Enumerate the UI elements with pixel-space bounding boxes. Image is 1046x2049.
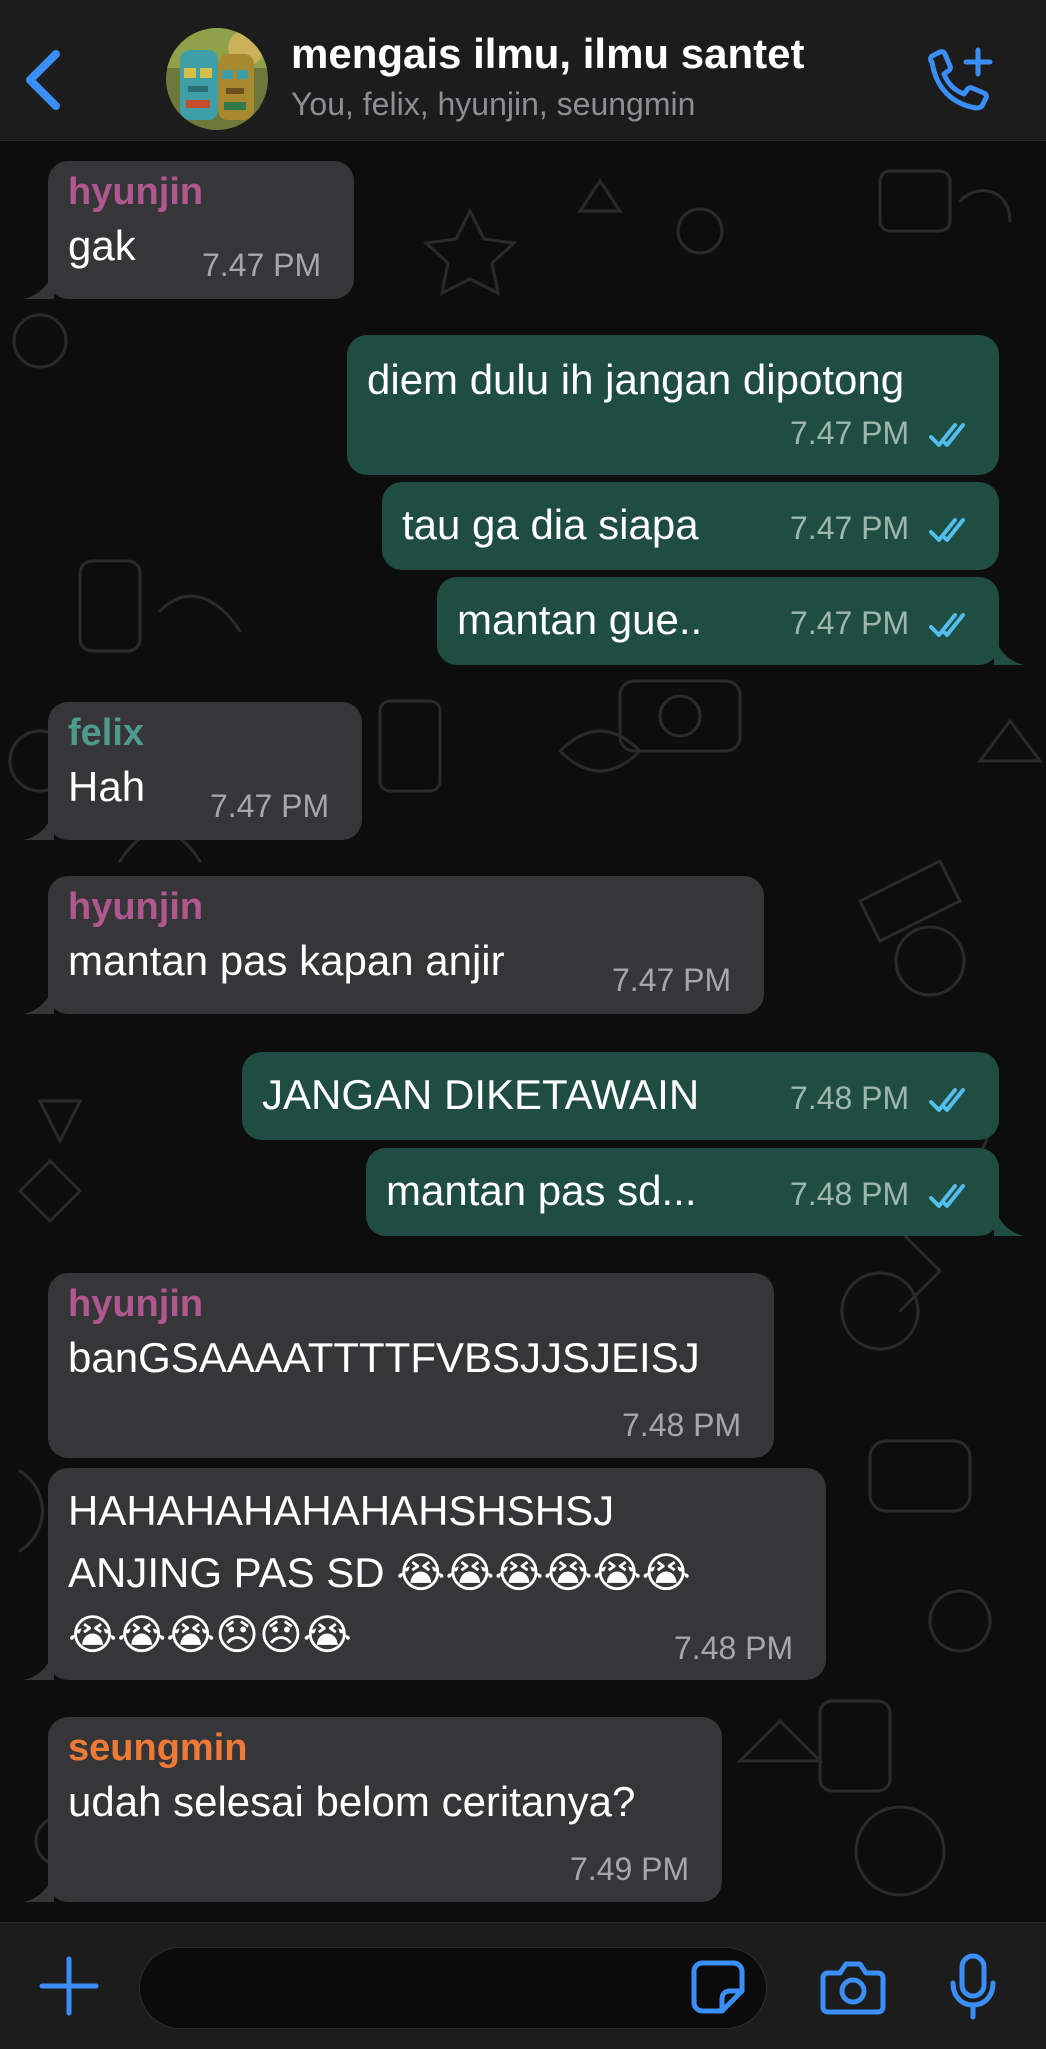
message-bubble-incoming[interactable]: seungmin udah selesai belom ceritanya? 7… bbox=[48, 1717, 722, 1902]
chevron-left-icon bbox=[26, 50, 60, 110]
message-text: mantan gue.. bbox=[457, 596, 703, 643]
message-text: banGSAAAATTTTFVBSJJSJEISJ bbox=[68, 1334, 700, 1381]
message-bubble-incoming[interactable]: hyunjin gak 7.47 PM bbox=[48, 161, 354, 299]
message-text: diem dulu ih jangan dipotong bbox=[367, 356, 905, 403]
message-time: 7.48 PM bbox=[674, 1630, 794, 1666]
message-text: Hah bbox=[68, 763, 146, 810]
message-bubble-outgoing[interactable]: diem dulu ih jangan dipotong 7.47 PM bbox=[347, 335, 999, 475]
message-text-line: HAHAHAHAHAHAHSHSHSJ bbox=[68, 1487, 615, 1534]
message-bubble-incoming[interactable]: hyunjin banGSAAAATTTTFVBSJJSJEISJ 7.48 P… bbox=[48, 1273, 774, 1458]
read-receipt-icon bbox=[929, 518, 965, 542]
message-time: 7.48 PM bbox=[622, 1407, 742, 1443]
message-sender: hyunjin bbox=[68, 1283, 204, 1325]
message-bubble-outgoing[interactable]: mantan gue.. 7.47 PM bbox=[437, 577, 999, 665]
microphone-icon bbox=[950, 1953, 996, 2020]
message-composer bbox=[0, 1922, 1046, 2049]
message-sender: felix bbox=[68, 712, 145, 754]
message-bubble-outgoing[interactable]: mantan pas sd... 7.48 PM bbox=[366, 1148, 999, 1236]
message-time: 7.47 PM bbox=[790, 510, 910, 546]
message-bubble-outgoing[interactable]: JANGAN DIKETAWAIN 7.48 PM bbox=[242, 1052, 999, 1140]
message-text: tau ga dia siapa bbox=[402, 501, 699, 548]
message-bubble-incoming[interactable]: felix Hah 7.47 PM bbox=[48, 702, 362, 840]
read-receipt-icon bbox=[929, 1184, 965, 1208]
camera-icon bbox=[820, 1961, 886, 2015]
message-time: 7.47 PM bbox=[210, 788, 330, 824]
camera-button[interactable] bbox=[820, 1959, 886, 2015]
message-bubble-outgoing[interactable]: tau ga dia siapa 7.47 PM bbox=[382, 482, 999, 570]
microphone-button[interactable] bbox=[948, 1953, 998, 2021]
message-input[interactable] bbox=[139, 1947, 767, 2029]
message-text: mantan pas kapan anjir bbox=[68, 937, 505, 984]
message-list[interactable]: hyunjin gak 7.47 PM diem dulu ih jangan … bbox=[0, 141, 1046, 1922]
bubble-tail bbox=[994, 1208, 1024, 1236]
read-receipt-icon bbox=[929, 1088, 965, 1112]
message-time: 7.48 PM bbox=[790, 1176, 910, 1212]
attach-button[interactable] bbox=[36, 1953, 102, 2019]
message-sender: hyunjin bbox=[68, 886, 204, 928]
message-text: gak bbox=[68, 222, 136, 269]
back-button[interactable] bbox=[18, 48, 66, 112]
add-call-button[interactable] bbox=[920, 46, 996, 118]
bubble-tail bbox=[24, 271, 54, 299]
message-time: 7.47 PM bbox=[790, 415, 910, 451]
message-time: 7.47 PM bbox=[790, 605, 910, 641]
read-receipt-icon bbox=[929, 423, 965, 447]
group-avatar[interactable] bbox=[166, 28, 268, 130]
message-text: mantan pas sd... bbox=[386, 1167, 697, 1214]
message-bubble-incoming[interactable]: hyunjin mantan pas kapan anjir 7.47 PM bbox=[48, 876, 764, 1014]
message-text: udah selesai belom ceritanya? bbox=[68, 1778, 636, 1825]
chat-members[interactable]: You, felix, hyunjin, seungmin bbox=[291, 86, 695, 123]
phone-plus-icon bbox=[928, 47, 993, 111]
message-time: 7.47 PM bbox=[612, 962, 732, 998]
bubble-tail bbox=[24, 812, 54, 840]
sticker-button[interactable] bbox=[690, 1959, 746, 2015]
chat-header: mengais ilmu, ilmu santet You, felix, hy… bbox=[0, 0, 1046, 141]
bubble-tail bbox=[24, 986, 54, 1014]
plus-icon bbox=[39, 1956, 99, 2016]
message-sender: seungmin bbox=[68, 1727, 248, 1769]
message-text-line: 😭😭😭😞😞😭 bbox=[68, 1611, 352, 1658]
message-bubble-incoming[interactable]: HAHAHAHAHAHAHSHSHSJ ANJING PAS SD 😭😭😭😭😭😭… bbox=[48, 1468, 826, 1680]
message-sender: hyunjin bbox=[68, 171, 204, 213]
chat-title[interactable]: mengais ilmu, ilmu santet bbox=[291, 30, 804, 78]
message-time: 7.47 PM bbox=[202, 247, 322, 283]
bubble-tail bbox=[994, 637, 1024, 665]
bubble-tail bbox=[24, 1874, 54, 1902]
message-text-line: ANJING PAS SD 😭😭😭😭😭😭 bbox=[68, 1549, 691, 1596]
bubble-tail bbox=[24, 1652, 54, 1680]
message-text: JANGAN DIKETAWAIN bbox=[262, 1071, 700, 1118]
message-time: 7.48 PM bbox=[790, 1080, 910, 1116]
message-time: 7.49 PM bbox=[570, 1851, 690, 1887]
read-receipt-icon bbox=[929, 613, 965, 637]
sticker-icon bbox=[691, 1960, 745, 2014]
